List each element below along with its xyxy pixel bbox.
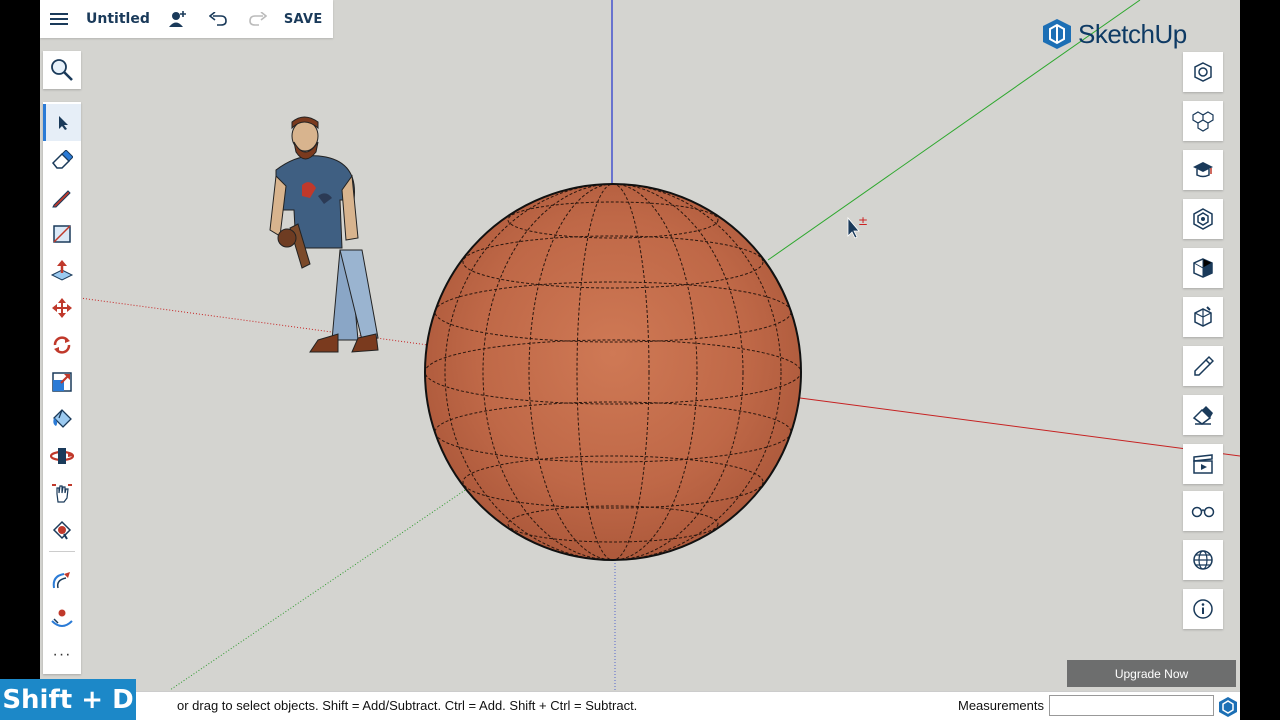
orbit-icon <box>50 447 74 464</box>
top-toolbar: Untitled SAVE <box>40 0 333 38</box>
scenes-panel-button[interactable] <box>1183 444 1223 484</box>
components-icon <box>1192 111 1214 132</box>
display-panel-button[interactable] <box>1183 491 1223 531</box>
undo-icon <box>208 12 227 26</box>
shortcut-overlay: Shift + D <box>0 679 136 720</box>
info-icon <box>1193 599 1213 619</box>
sketchup-logo: SketchUp <box>1042 18 1187 50</box>
glasses-icon <box>1191 506 1215 518</box>
search-icon <box>51 59 73 81</box>
eraser-tool[interactable] <box>43 141 81 178</box>
views-panel-button[interactable] <box>1183 248 1223 288</box>
follow-me-icon <box>51 609 73 627</box>
views-icon <box>1193 258 1213 278</box>
push-pull-icon <box>50 259 74 281</box>
add-person-icon <box>168 11 186 27</box>
info-panel-button[interactable] <box>1183 589 1223 629</box>
line-tool[interactable] <box>43 178 81 215</box>
push-pull-tool[interactable] <box>43 252 81 289</box>
toolbar-divider <box>49 551 75 552</box>
materials-icon <box>1194 355 1214 376</box>
pan-tool[interactable] <box>43 474 81 511</box>
redo-icon <box>249 12 267 26</box>
scale-figure-person[interactable] <box>269 116 379 353</box>
styles-icon <box>1194 306 1212 327</box>
materials-panel-button[interactable] <box>1183 346 1223 386</box>
arrow-cursor-icon <box>58 115 68 130</box>
modeling-viewport[interactable]: ± <box>40 0 1240 720</box>
more-tools-button[interactable]: ··· <box>43 636 81 673</box>
more-dots-icon: ··· <box>52 645 72 663</box>
status-bar: or drag to select objects. Shift = Add/S… <box>40 691 1240 720</box>
measurements-label: Measurements <box>958 698 1044 713</box>
zoom-extents-tool[interactable] <box>43 511 81 548</box>
tape-measure-tool[interactable] <box>43 562 81 599</box>
move-tool[interactable] <box>43 289 81 326</box>
pencil-icon <box>52 189 71 207</box>
move-arrows-icon <box>52 297 72 318</box>
eraser-icon <box>51 149 73 169</box>
paint-bucket-tool[interactable] <box>43 400 81 437</box>
save-button[interactable]: SAVE <box>278 0 323 38</box>
shadows-panel-button[interactable] <box>1183 540 1223 580</box>
entity-info-panel-button[interactable] <box>1183 52 1223 92</box>
green-axis-hidden <box>169 479 481 691</box>
sketchup-logo-icon <box>1043 19 1071 49</box>
instructor-icon <box>1193 162 1213 178</box>
search-tool-button[interactable] <box>43 51 81 89</box>
logo-wordmark: SketchUp <box>1078 18 1187 49</box>
rotate-tool[interactable] <box>43 326 81 363</box>
tags-icon <box>1192 406 1213 425</box>
scale-tool[interactable] <box>43 363 81 400</box>
components-panel-button[interactable] <box>1183 101 1223 141</box>
redo-button[interactable] <box>238 0 278 38</box>
undo-button[interactable] <box>198 0 238 38</box>
globe-icon <box>1193 550 1213 570</box>
menu-button[interactable] <box>40 0 78 38</box>
red-axis <box>799 397 1240 457</box>
status-hint-text: or drag to select objects. Shift = Add/S… <box>177 698 638 713</box>
document-title[interactable]: Untitled <box>78 11 158 27</box>
scale-icon <box>52 371 72 392</box>
outliner-panel-button[interactable] <box>1183 199 1223 239</box>
select-tool[interactable] <box>43 104 81 141</box>
follow-me-tool[interactable] <box>43 599 81 636</box>
collaborate-button[interactable] <box>158 0 198 38</box>
scenes-icon <box>1193 454 1213 474</box>
rectangle-icon <box>53 224 71 243</box>
orbit-tool[interactable] <box>43 437 81 474</box>
measurements-input[interactable] <box>1049 695 1214 716</box>
styles-panel-button[interactable] <box>1183 297 1223 337</box>
rectangle-tool[interactable] <box>43 215 81 252</box>
instructor-panel-button[interactable] <box>1183 150 1223 190</box>
tape-measure-icon <box>52 571 70 588</box>
hamburger-menu-icon <box>50 13 68 25</box>
paint-bucket-icon <box>53 408 72 428</box>
left-tool-palette: ··· <box>43 102 81 674</box>
tags-panel-button[interactable] <box>1183 395 1223 435</box>
sphere[interactable] <box>424 183 802 561</box>
upgrade-now-button[interactable]: Upgrade Now <box>1067 660 1236 687</box>
sketchup-app: ± Untitled SAVE ··· SketchUp Upgrade Now… <box>40 0 1240 720</box>
sketchup-small-logo-icon <box>1219 697 1237 717</box>
select-cursor: ± <box>847 214 868 239</box>
zoom-window-icon <box>52 520 72 540</box>
rotate-icon <box>53 335 71 354</box>
outliner-icon <box>1193 208 1213 230</box>
svg-text:±: ± <box>858 214 868 228</box>
hand-icon <box>52 483 72 503</box>
entity-info-icon <box>1194 62 1212 82</box>
